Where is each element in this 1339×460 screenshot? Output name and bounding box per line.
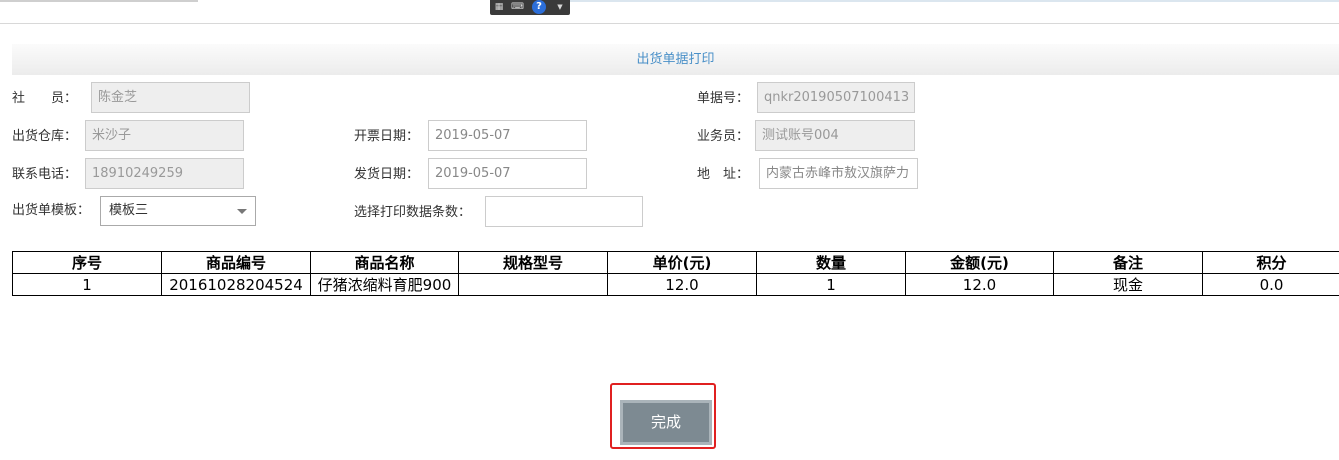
address-label: 地 址： — [697, 167, 750, 182]
salesperson-label: 业务员： — [697, 129, 750, 144]
finish-button[interactable]: 完成 — [620, 400, 712, 445]
phone-field[interactable]: 18910249259 — [85, 158, 244, 189]
salesperson-field[interactable]: 测试账号004 — [755, 120, 915, 151]
table-cell: 0.0 — [1202, 273, 1339, 296]
top-strip — [0, 0, 1339, 24]
member-field[interactable]: 陈金芝 — [91, 82, 250, 113]
invoice-date-field[interactable]: 2019-05-07 — [428, 120, 587, 151]
header-cell: 积分 — [1202, 251, 1339, 274]
header-cell: 规格型号 — [458, 251, 608, 274]
table-row: 1 20161028204524 仔猪浓缩料育肥900 12.0 1 12.0 … — [12, 273, 1339, 296]
print-count-field[interactable] — [485, 196, 643, 227]
header-cell: 金额(元) — [905, 251, 1054, 274]
title-bar: 出货单据打印 — [12, 44, 1339, 75]
goods-table: 序号 商品编号 商品名称 规格型号 单价(元) 数量 金额(元) 备注 积分 1… — [12, 251, 1339, 296]
ship-date-field[interactable]: 2019-05-07 — [428, 158, 587, 189]
header-cell: 序号 — [12, 251, 162, 274]
caret-down-icon — [237, 209, 247, 214]
template-selected-value: 模板三 — [109, 203, 149, 218]
phone-label: 联系电话： — [12, 167, 78, 182]
table-header-row: 序号 商品编号 商品名称 规格型号 单价(元) 数量 金额(元) 备注 积分 — [12, 251, 1339, 274]
ship-date-label: 发货日期： — [354, 167, 420, 182]
table-cell — [458, 273, 608, 296]
ime-toolbar: ▦ ⌨ ? ▼ — [490, 0, 570, 15]
help-icon[interactable]: ? — [532, 0, 546, 14]
top-divider-left — [0, 0, 198, 2]
invoice-date-label: 开票日期： — [354, 129, 420, 144]
chevron-down-icon[interactable]: ▼ — [554, 1, 566, 13]
template-select[interactable]: 模板三 — [100, 196, 256, 226]
page-title: 出货单据打印 — [636, 52, 715, 67]
header-cell: 备注 — [1053, 251, 1203, 274]
table-cell: 12.0 — [607, 273, 757, 296]
header-cell: 单价(元) — [607, 251, 757, 274]
table-cell: 1 — [756, 273, 906, 296]
header-cell: 数量 — [756, 251, 906, 274]
table-cell: 现金 — [1053, 273, 1203, 296]
template-label: 出货单模板： — [12, 203, 91, 218]
print-count-label: 选择打印数据条数： — [354, 205, 472, 220]
table-cell: 1 — [12, 273, 162, 296]
doc-no-field[interactable]: qnkr20190507100413 — [757, 82, 915, 113]
grid-icon[interactable]: ▦ — [493, 1, 505, 13]
warehouse-field[interactable]: 米沙子 — [85, 120, 244, 151]
doc-no-label: 单据号： — [697, 91, 750, 106]
address-field[interactable]: 内蒙古赤峰市敖汉旗萨力 — [759, 158, 918, 189]
top-divider-right — [570, 0, 1339, 2]
table-cell: 仔猪浓缩料育肥900 — [310, 273, 459, 296]
table-cell: 12.0 — [905, 273, 1054, 296]
member-label: 社 员： — [12, 91, 78, 106]
keyboard-icon[interactable]: ⌨ — [511, 1, 524, 13]
warehouse-label: 出货仓库： — [12, 129, 78, 144]
header-cell: 商品名称 — [310, 251, 459, 274]
table-cell: 20161028204524 — [161, 273, 311, 296]
header-cell: 商品编号 — [161, 251, 311, 274]
